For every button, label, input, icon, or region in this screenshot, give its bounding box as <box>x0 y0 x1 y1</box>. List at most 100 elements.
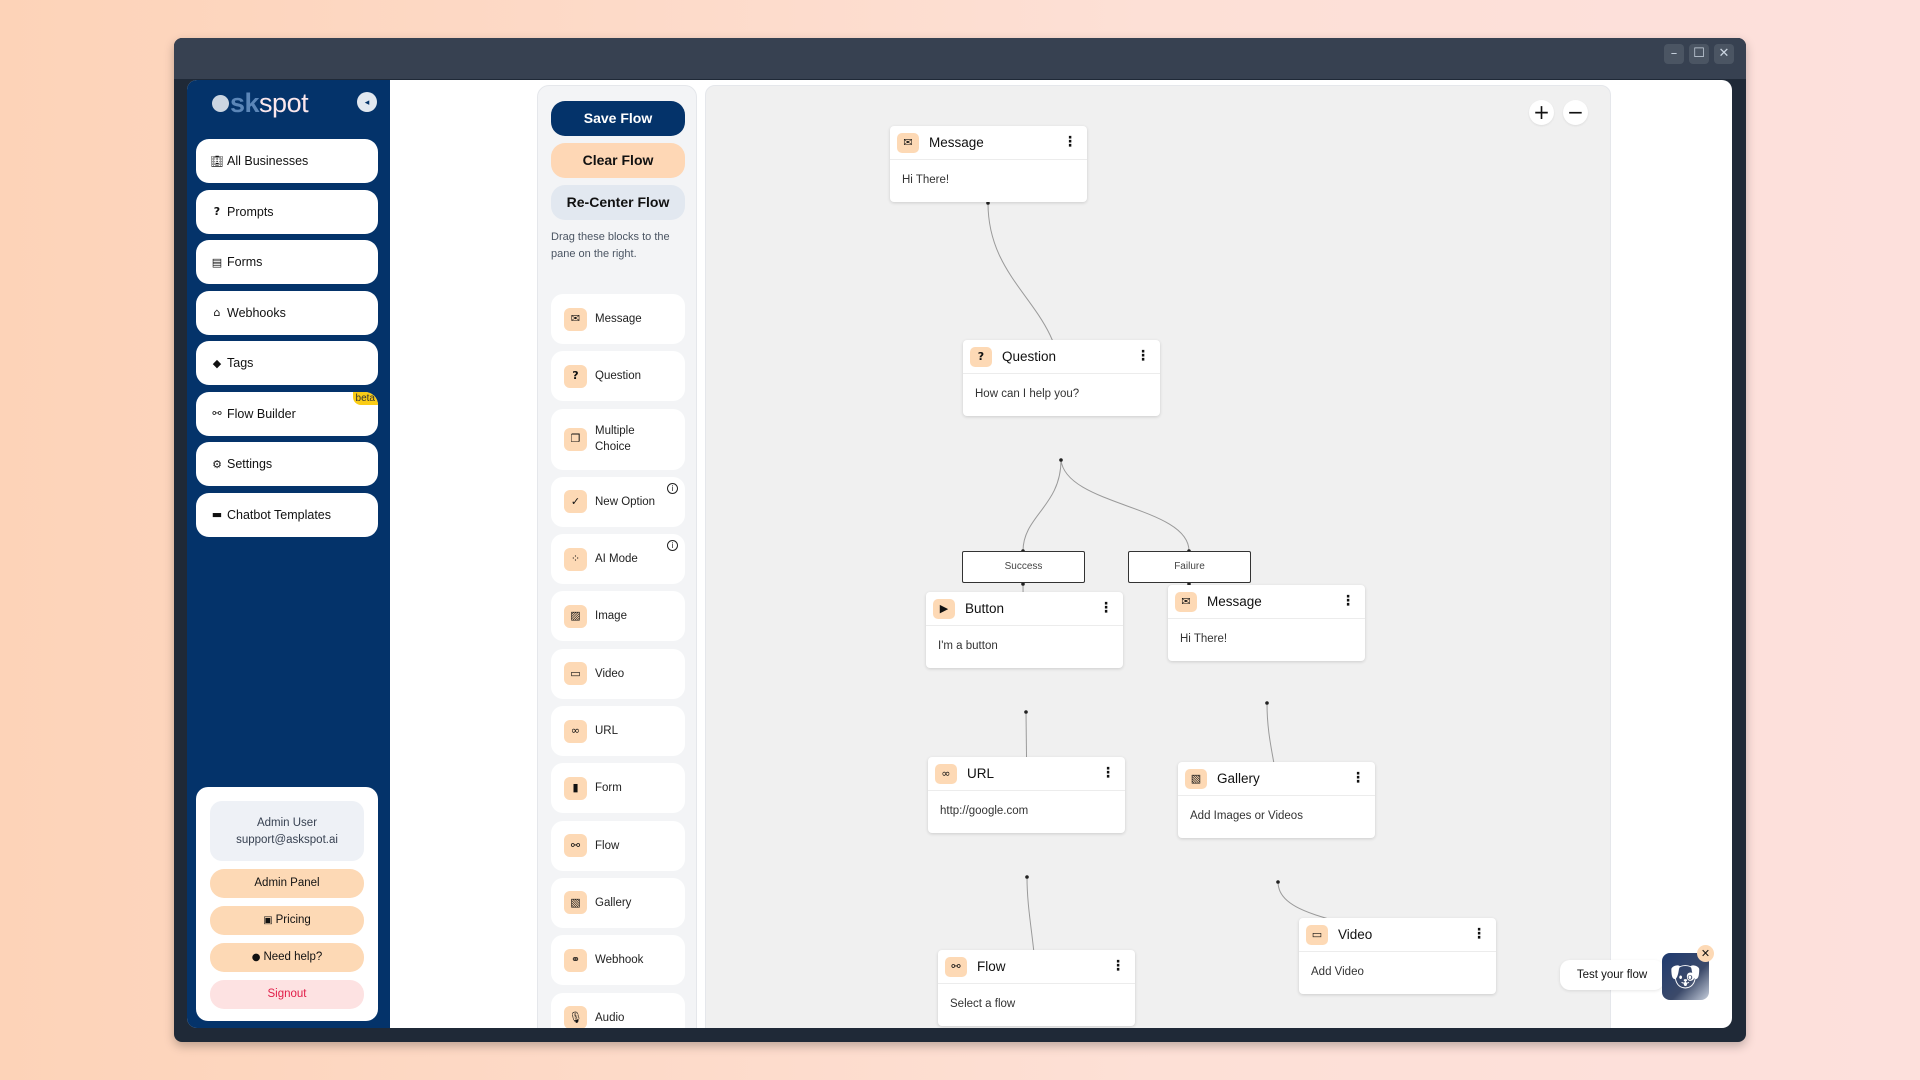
recenter-flow-button[interactable]: Re-Center Flow <box>551 185 685 220</box>
node-menu-icon[interactable]: ⋮ <box>1136 348 1150 364</box>
minimize-button[interactable]: – <box>1664 44 1684 64</box>
collapse-sidebar-button[interactable]: ◂ <box>357 92 377 112</box>
signout-button[interactable]: Signout <box>210 980 364 1009</box>
flow-canvas[interactable]: + − ✉ Message ⋮ Hi There! ? Question ⋮ H… <box>705 85 1611 1028</box>
flow-node-flow[interactable]: ⚯ Flow ⋮ Select a flow <box>938 950 1135 1026</box>
close-chatbot-button[interactable]: ✕ <box>1697 945 1714 962</box>
block-audio[interactable]: 🎙︎ Audio <box>551 992 685 1028</box>
sidebar-item-label: Flow Builder <box>227 406 296 421</box>
flow-node-url[interactable]: ∞ URL ⋮ http://google.com <box>928 757 1125 833</box>
block-question[interactable]: ? Question <box>551 351 685 402</box>
sidebar-item-flow-builder[interactable]: ⚯ Flow Builder beta <box>196 391 378 436</box>
sidebar-item-tags[interactable]: ◆ Tags <box>196 341 378 385</box>
block-video[interactable]: ▭ Video <box>551 648 685 699</box>
block-label: Gallery <box>595 896 632 909</box>
block-label: Form <box>595 782 622 795</box>
block-list: ✉ Message ? Question ❐ Multiple Choice ✓… <box>551 294 685 1028</box>
close-button[interactable]: ✕ <box>1714 44 1734 64</box>
node-menu-icon[interactable]: ⋮ <box>1472 926 1486 942</box>
sidebar-item-label: Settings <box>227 457 273 471</box>
flow-node-question[interactable]: ? Question ⋮ How can I help you? <box>963 340 1160 416</box>
block-url[interactable]: ∞ URL <box>551 706 685 757</box>
node-menu-icon[interactable]: ⋮ <box>1099 600 1113 616</box>
zoom-in-button[interactable]: + <box>1529 100 1554 125</box>
help-circle-icon: ● <box>251 952 261 963</box>
webhook-icon: ⚭ <box>564 948 587 972</box>
block-label: Flow <box>595 839 620 852</box>
block-webhook[interactable]: ⚭ Webhook <box>551 935 685 986</box>
block-label: URL <box>595 725 619 738</box>
node-header: ▧ Gallery ⋮ <box>1178 762 1375 796</box>
node-header: ⚯ Flow ⋮ <box>938 950 1135 984</box>
test-your-flow-button[interactable]: Test your flow <box>1560 960 1664 990</box>
flow-icon: ⚯ <box>564 834 587 858</box>
node-header: ✉ Message ⋮ <box>890 126 1087 160</box>
flow-node-message[interactable]: ✉ Message ⋮ Hi There! <box>890 126 1087 202</box>
app-window: – ☐ ✕ sk spot ◂ 🏢︎ All Businesses ? Promp… <box>174 38 1746 1042</box>
maximize-button[interactable]: ☐ <box>1689 44 1709 64</box>
sidebar-item-forms[interactable]: ▤ Forms <box>196 240 378 284</box>
node-menu-icon[interactable]: ⋮ <box>1341 593 1355 609</box>
sidebar-item-label: Webhooks <box>227 305 286 320</box>
node-title: Flow <box>977 959 1006 974</box>
envelope-icon: ✉ <box>897 132 919 153</box>
node-menu-icon[interactable]: ⋮ <box>1111 958 1125 974</box>
block-image[interactable]: ▨ Image <box>551 591 685 642</box>
admin-panel-button[interactable]: Admin Panel <box>210 869 364 898</box>
question-icon: ? <box>970 346 992 367</box>
link-icon: ∞ <box>935 763 957 784</box>
node-menu-icon[interactable]: ⋮ <box>1351 770 1365 786</box>
ai-mode-icon: ⁘ <box>564 547 587 571</box>
condition-success[interactable]: Success <box>962 551 1085 583</box>
node-menu-icon[interactable]: ⋮ <box>1063 134 1077 150</box>
need-help-button[interactable]: ● Need help? <box>210 943 364 972</box>
handle <box>1024 710 1028 714</box>
block-new-option[interactable]: ✓ New Option i <box>551 476 685 527</box>
save-flow-button[interactable]: Save Flow <box>551 101 685 136</box>
logo-text-spot: spot <box>259 88 309 118</box>
templates-icon: ▬ <box>211 508 223 521</box>
pricing-label: Pricing <box>275 914 311 926</box>
clear-flow-button[interactable]: Clear Flow <box>551 143 685 178</box>
flow-node-video[interactable]: ▭ Video ⋮ Add Video <box>1299 918 1496 994</box>
sidebar-item-label: Prompts <box>227 204 274 219</box>
flow-node-button[interactable]: ▶ Button ⋮ I'm a button <box>926 592 1123 668</box>
block-label: Video <box>595 667 625 680</box>
condition-failure[interactable]: Failure <box>1128 551 1251 583</box>
need-help-label: Need help? <box>263 951 323 963</box>
block-ai-mode[interactable]: ⁘ AI Mode i <box>551 534 685 585</box>
money-icon: ▣ <box>263 915 273 926</box>
sidebar-item-all-businesses[interactable]: 🏢︎ All Businesses <box>196 139 378 183</box>
sidebar-item-label: Tags <box>227 356 254 370</box>
node-menu-icon[interactable]: ⋮ <box>1101 765 1115 781</box>
sidebar-nav: 🏢︎ All Businesses ? Prompts ▤ Forms ⌂ We… <box>196 139 378 543</box>
sidebar-item-prompts[interactable]: ? Prompts <box>196 189 378 234</box>
sidebar-item-chatbot-templates[interactable]: ▬ Chatbot Templates <box>196 492 378 537</box>
info-icon[interactable]: i <box>667 482 678 494</box>
envelope-icon: ✉ <box>1175 591 1197 612</box>
info-icon[interactable]: i <box>667 540 678 552</box>
envelope-icon: ✉ <box>564 307 587 331</box>
pricing-button[interactable]: ▣ Pricing <box>210 906 364 935</box>
block-label: New Option <box>595 495 656 508</box>
sidebar-item-webhooks[interactable]: ⌂ Webhooks <box>196 290 378 335</box>
gallery-icon: ▧ <box>1185 768 1207 789</box>
block-multiple-choice[interactable]: ❐ Multiple Choice <box>551 408 685 470</box>
askspot-logo[interactable]: sk spot <box>212 88 309 119</box>
block-gallery[interactable]: ▧ Gallery <box>551 877 685 928</box>
flow-node-message-2[interactable]: ✉ Message ⋮ Hi There! <box>1168 585 1365 661</box>
video-icon: ▭ <box>1306 924 1328 945</box>
admin-panel-label: Admin Panel <box>254 877 320 889</box>
sidebar-item-settings[interactable]: ⚙ Settings <box>196 442 378 486</box>
check-icon: ✓ <box>564 490 587 514</box>
zoom-out-button[interactable]: − <box>1563 100 1588 125</box>
flow-node-gallery[interactable]: ▧ Gallery ⋮ Add Images or Videos <box>1178 762 1375 838</box>
node-header: ∞ URL ⋮ <box>928 757 1125 791</box>
node-body: Add Video <box>1311 966 1364 978</box>
block-flow[interactable]: ⚯ Flow <box>551 820 685 871</box>
play-icon: ▶ <box>933 598 955 619</box>
node-title: Gallery <box>1217 771 1260 786</box>
block-form[interactable]: ▮ Form <box>551 763 685 814</box>
block-message[interactable]: ✉ Message <box>551 294 685 344</box>
block-label: Webhook <box>595 954 644 967</box>
